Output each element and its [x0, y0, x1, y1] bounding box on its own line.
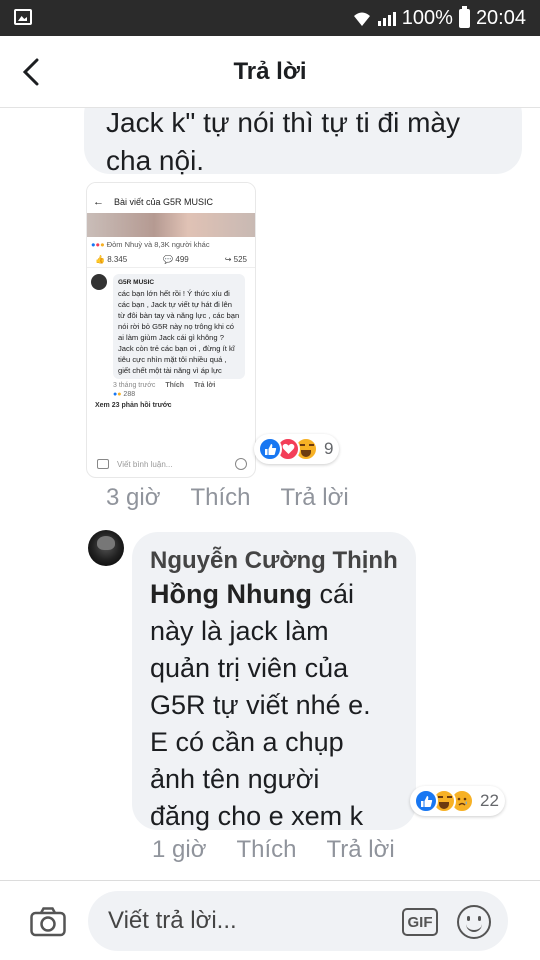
reply-comment-bubble[interactable]: Nguyễn Cường Thịnh Hồng Nhung cái này là…	[132, 532, 416, 831]
reply-reaction-count: 22	[480, 791, 499, 810]
image-view-more: Xem 23 phản hồi trước	[95, 402, 172, 409]
parent-reply-button[interactable]: Trả lời	[280, 484, 348, 512]
image-comment: G5R MUSIC các bạn lớn hết rồi ! Ý thức x…	[87, 268, 255, 379]
page-title: Trả lời	[233, 58, 307, 85]
reply-body: Hồng Nhung cái này là jack làm quản trị …	[150, 579, 371, 831]
reply-reactions[interactable]: 22	[410, 786, 505, 816]
status-bar: 100% 20:04	[0, 0, 540, 36]
reply-input[interactable]	[88, 891, 508, 951]
image-comment-avatar	[91, 274, 107, 290]
reply-comment-actions: 1 giờ Thích Trả lời	[152, 836, 425, 864]
parent-comment-line-1: Jack k" tự nói thì tự ti đi mày	[106, 108, 460, 138]
parent-comment-bubble[interactable]: Jack k" tự nói thì tự ti đi mày cha nội.	[84, 108, 522, 176]
status-right: 100% 20:04	[352, 5, 526, 30]
arrow-left-icon: ←	[93, 196, 104, 208]
reply-like-button[interactable]: Thích	[236, 836, 296, 864]
parent-reaction-count: 9	[324, 439, 334, 458]
image-comment-input: Viết bình luận...	[91, 455, 249, 473]
parent-comment-actions: 3 giờ Thích Trả lời	[106, 484, 379, 512]
comment-attached-image[interactable]: ← Bài viết của G5R MUSIC ●●● Đỏm Nhuỳ và…	[86, 182, 256, 478]
parent-like-button[interactable]: Thích	[190, 484, 250, 512]
like-reaction-icon	[258, 437, 282, 461]
like-reaction-icon	[414, 789, 438, 813]
image-comment-meta: 3 tháng trước Thích Trả lời	[113, 382, 216, 389]
reply-composer: GIF	[0, 880, 540, 960]
comment-thread[interactable]: Jack k" tự nói thì tự ti đi mày cha nội.…	[0, 108, 540, 880]
battery-icon	[458, 5, 470, 28]
image-post-counts: 👍 8.345 💬 499 ↪ 525	[87, 252, 255, 268]
parent-comment-line-2: cha nội.	[106, 145, 205, 176]
image-post-title: Bài viết của G5R MUSIC	[114, 197, 214, 207]
parent-comment-time: 3 giờ	[106, 484, 161, 511]
parent-comment-reactions[interactable]: 9	[254, 434, 340, 464]
wifi-icon	[352, 10, 372, 26]
signal-icon	[377, 10, 396, 26]
image-post-photo	[87, 213, 255, 237]
clock: 20:04	[475, 6, 526, 29]
mention-link[interactable]: Hồng Nhung	[150, 579, 312, 609]
image-post-header: ← Bài viết của G5R MUSIC	[87, 191, 255, 213]
header: Trả lời	[0, 36, 540, 108]
camera-icon[interactable]	[30, 907, 66, 937]
image-comment-reactions: ●● 288	[113, 391, 136, 398]
gallery-icon	[14, 9, 32, 25]
emoji-icon[interactable]	[457, 905, 491, 939]
reply-author[interactable]: Nguyễn Cường Thịnh	[150, 546, 398, 576]
gif-icon[interactable]: GIF	[402, 908, 438, 936]
image-reactions-line: ●●● Đỏm Nhuỳ và 8,3K người khác	[91, 240, 210, 249]
reply-reply-button[interactable]: Trả lời	[326, 836, 394, 864]
reply-comment-time: 1 giờ	[152, 836, 207, 863]
battery-percent: 100%	[401, 6, 453, 29]
avatar[interactable]	[88, 530, 124, 566]
